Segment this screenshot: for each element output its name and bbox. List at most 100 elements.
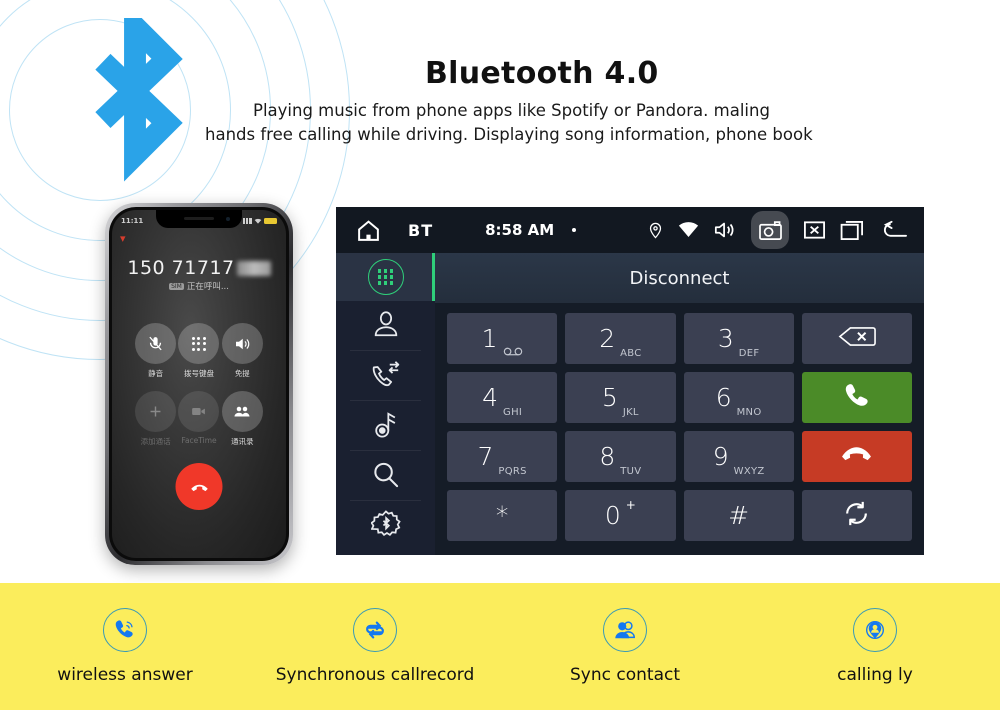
signal-bars-icon (243, 218, 252, 224)
call-end-icon (841, 446, 872, 467)
search-icon (371, 460, 400, 493)
back-arrow-icon[interactable] (881, 220, 908, 240)
phone-action-add-call: 添加通话 (135, 391, 177, 447)
page-title: Bluetooth 4.0 (425, 56, 659, 91)
sync-loop-icon (353, 608, 397, 652)
speaker-icon (221, 323, 263, 364)
contact-icon (371, 309, 401, 343)
dial-key-8[interactable]: 8 TUV (565, 431, 676, 482)
feature-label: Sync contact (570, 665, 680, 685)
dialpad-grid: 1 2 ABC 3 DEF 4 GHI 5 JKL 6 MNO 7 PQRS 8… (435, 303, 924, 555)
phone-action-mute[interactable]: 静音 (135, 323, 177, 379)
feature-label: Synchronous callrecord (275, 665, 475, 685)
dial-key-backspace[interactable] (801, 313, 912, 364)
wifi-icon (254, 218, 262, 224)
bluetooth-logo-icon (60, 0, 210, 193)
backspace-icon (838, 326, 876, 351)
phone-action-label: 通讯录 (231, 437, 254, 446)
phone-end-call-button[interactable] (175, 463, 223, 510)
dial-key-sync[interactable] (801, 490, 912, 541)
dial-key-7[interactable]: 7 PQRS (447, 431, 558, 482)
feature-wireless-answer[interactable]: wireless answer (0, 608, 250, 685)
sidebar-item-search[interactable] (336, 451, 435, 501)
phone-action-label: 免提 (234, 369, 250, 378)
dialer-panel: Disconnect 1 2 ABC 3 DEF 4 GHI 5 JKL 6 M… (435, 253, 924, 555)
home-icon[interactable] (356, 218, 381, 243)
phone-notch (156, 210, 242, 228)
add-call-icon (135, 391, 177, 432)
phone-action-label: 拨号键盘 (183, 369, 214, 378)
feature-sync-callrecord[interactable]: Synchronous callrecord (250, 608, 500, 685)
dial-key-3[interactable]: 3 DEF (683, 313, 794, 364)
two-people-icon (603, 608, 647, 652)
dial-key-9[interactable]: 9 WXYZ (683, 431, 794, 482)
chevron-down-icon[interactable]: ▾ (120, 232, 126, 245)
phone-status-time: 11:11 (121, 217, 144, 225)
head-unit-topbar: BT 8:58 AM (336, 207, 924, 253)
call-status-text: 正在呼叫... (186, 282, 229, 292)
phone-screen: 11:11 ▾ 150 71717 SIM 正在呼叫... 静音 拨号键盘 免提… (112, 210, 286, 558)
wifi-icon[interactable] (678, 222, 699, 238)
sidebar-item-call-log[interactable] (336, 351, 435, 401)
smartphone-mockup: 11:11 ▾ 150 71717 SIM 正在呼叫... 静音 拨号键盘 免提… (105, 203, 293, 565)
dial-key-hangup[interactable] (801, 431, 912, 482)
feature-label: wireless answer (57, 665, 193, 685)
volume-icon[interactable] (713, 219, 737, 241)
phone-action-facetime: FaceTime (178, 391, 220, 447)
phone-action-label: 添加通话 (140, 437, 171, 446)
battery-icon (264, 218, 277, 224)
sidebar-item-dialpad[interactable] (336, 253, 435, 301)
end-call-icon (190, 484, 208, 491)
dial-key-hash[interactable]: # (683, 490, 794, 541)
feature-label: calling ly (837, 665, 913, 685)
feature-sync-contact[interactable]: Sync contact (500, 608, 750, 685)
location-pin-icon[interactable] (647, 222, 664, 239)
head-unit-sidebar (336, 253, 435, 555)
status-badge[interactable]: Disconnect (435, 253, 924, 303)
phone-action-contacts[interactable]: 通讯录 (221, 391, 263, 447)
sidebar-item-contacts[interactable] (336, 301, 435, 351)
dial-key-4[interactable]: 4 GHI (447, 372, 558, 423)
dial-key-5[interactable]: 5 JKL (565, 372, 676, 423)
mute-icon (135, 323, 177, 364)
dial-key-answer[interactable] (801, 372, 912, 423)
caller-number: 150 71717 (112, 257, 286, 279)
feature-calling-ly[interactable]: calling ly (750, 608, 1000, 685)
recent-apps-icon[interactable] (840, 220, 867, 241)
voicemail-icon (503, 347, 523, 364)
source-label: BT (408, 220, 434, 240)
call-answer-icon (843, 382, 870, 413)
phone-action-keypad[interactable]: 拨号键盘 (178, 323, 220, 379)
phone-call-actions: 静音 拨号键盘 免提 添加通话 FaceTime 通讯录 (112, 323, 286, 447)
description-line-1: Playing music from phone apps like Spoti… (253, 101, 770, 120)
description-line-2: hands free calling while driving. Displa… (205, 125, 813, 145)
close-box-icon[interactable] (803, 220, 826, 240)
facetime-icon (178, 391, 220, 432)
dot-indicator-icon (572, 228, 577, 232)
call-status: SIM 正在呼叫... (112, 280, 286, 292)
phone-action-label: 静音 (148, 369, 164, 378)
sync-icon (843, 500, 870, 531)
person-pin-icon (853, 608, 897, 652)
camera-icon[interactable] (751, 211, 789, 249)
car-head-unit: BT 8:58 AM Disconnect 1 2 ABC 3 DEF 4 GH… (336, 207, 924, 555)
phone-action-label: FaceTime (181, 436, 217, 445)
bluetooth-settings-icon (369, 509, 401, 543)
call-log-icon (370, 359, 402, 393)
contacts-icon (221, 391, 263, 432)
phone-action-speaker[interactable]: 免提 (221, 323, 263, 379)
sidebar-item-music[interactable] (336, 401, 435, 451)
dial-key-star[interactable]: * (447, 490, 558, 541)
dialpad-icon (367, 259, 404, 295)
music-note-icon (372, 409, 400, 443)
dial-key-2[interactable]: 2 ABC (565, 313, 676, 364)
keypad-icon (178, 323, 220, 364)
dial-key-0[interactable]: 0 + (565, 490, 676, 541)
call-waves-icon (103, 608, 147, 652)
page-description: Playing music from phone apps like Spoti… (205, 99, 895, 148)
dial-key-1[interactable]: 1 (447, 313, 558, 364)
sidebar-item-bt-settings[interactable] (336, 501, 435, 551)
clock-label: 8:58 AM (485, 221, 555, 239)
features-band: wireless answer Synchronous callrecord S… (0, 583, 1000, 710)
dial-key-6[interactable]: 6 MNO (683, 372, 794, 423)
